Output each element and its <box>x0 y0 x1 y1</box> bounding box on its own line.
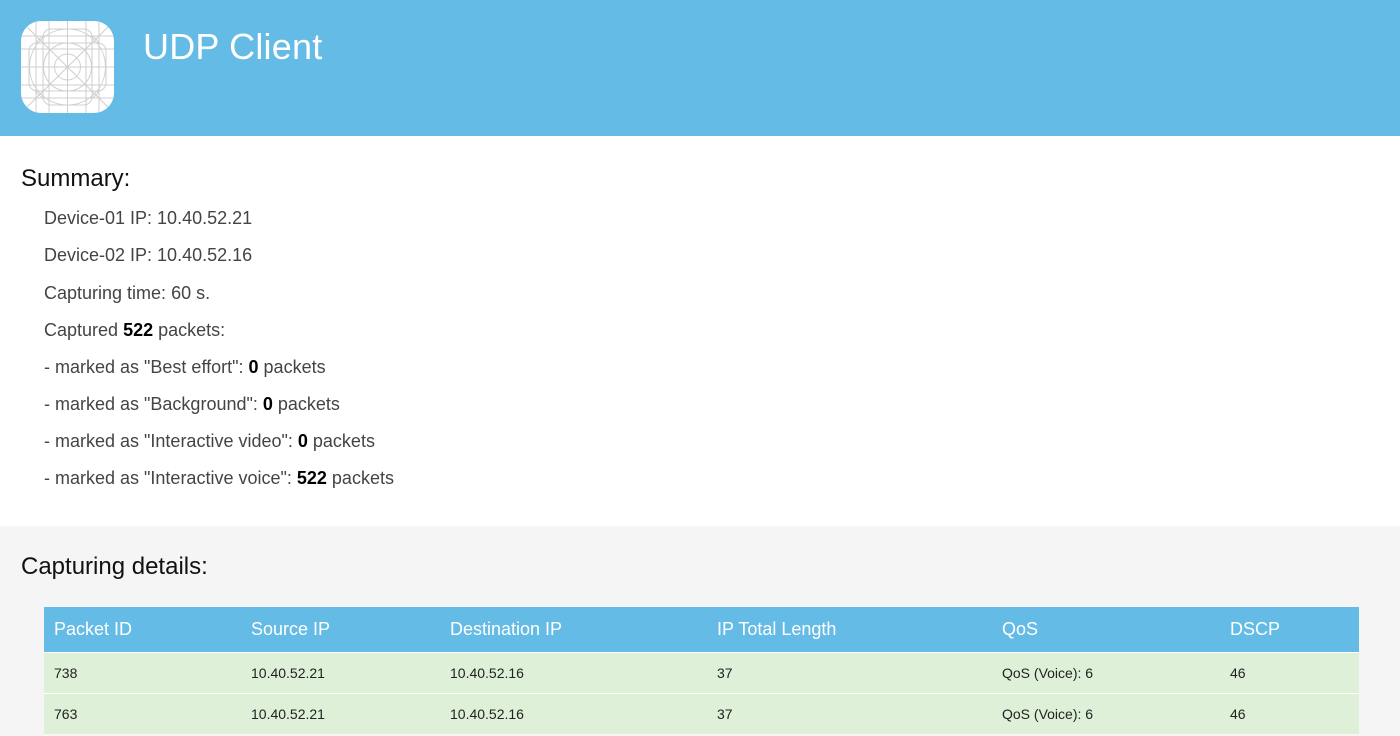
category-suffix: packets <box>326 468 394 488</box>
capturing-time-value: 60 s. <box>171 283 211 303</box>
cell-dscp: 46 <box>1230 665 1246 681</box>
cell-dscp: 46 <box>1230 706 1246 722</box>
table-row[interactable]: 738 10.40.52.21 10.40.52.16 37 QoS (Voic… <box>44 652 1359 693</box>
cell-source-ip: 10.40.52.21 <box>251 665 325 681</box>
category-count: 0 <box>262 394 273 414</box>
app-header: UDP Client <box>0 0 1400 136</box>
device2-ip-value: 10.40.52.16 <box>157 245 253 265</box>
cell-qos: QoS (Voice): 6 <box>1002 665 1094 681</box>
category-count: 522 <box>296 468 327 488</box>
column-header-destination-ip[interactable]: Destination IP <box>450 607 562 652</box>
device1-ip-value: 10.40.52.21 <box>157 208 253 228</box>
cell-destination-ip: 10.40.52.16 <box>450 665 524 681</box>
category-label: - marked as "Background": <box>44 394 263 414</box>
cell-qos: QoS (Voice): 6 <box>1002 706 1094 722</box>
device2-ip-line: Device-02 IP: 10.40.52.16 <box>44 243 252 267</box>
table-header: Packet ID Source IP Destination IP IP To… <box>44 607 1359 652</box>
category-label: - marked as "Interactive video": <box>44 431 298 451</box>
device2-ip-label: Device-02 IP: <box>44 245 158 265</box>
column-header-ip-total-length[interactable]: IP Total Length <box>717 607 836 652</box>
captured-count: 522 <box>123 320 154 340</box>
captured-total-line: Captured 522 packets: <box>44 318 225 342</box>
device1-ip-label: Device-01 IP: <box>44 208 158 228</box>
column-header-packet-id[interactable]: Packet ID <box>54 607 132 652</box>
column-header-dscp[interactable]: DSCP <box>1230 607 1280 652</box>
cell-ip-total-length: 37 <box>717 665 733 681</box>
captured-prefix: Captured <box>44 320 124 340</box>
category-suffix: packets <box>272 394 340 414</box>
cell-packet-id: 763 <box>54 706 78 722</box>
app-placeholder-icon <box>21 21 114 113</box>
column-header-qos[interactable]: QoS <box>1002 607 1038 652</box>
category-label: - marked as "Interactive voice": <box>44 468 297 488</box>
capturing-time-label: Capturing time: <box>44 283 172 303</box>
category-count: 0 <box>297 431 308 451</box>
cell-destination-ip: 10.40.52.16 <box>450 706 524 722</box>
category-background-line: - marked as "Background": 0 packets <box>44 392 340 416</box>
capturing-details-title: Capturing details: <box>21 553 208 580</box>
captured-suffix: packets: <box>153 320 226 340</box>
summary-section: Summary: Device-01 IP: 10.40.52.21 Devic… <box>0 136 1400 526</box>
column-header-source-ip[interactable]: Source IP <box>251 607 330 652</box>
packets-table: Packet ID Source IP Destination IP IP To… <box>44 607 1359 734</box>
summary-title: Summary: <box>21 165 131 192</box>
category-best-effort-line: - marked as "Best effort": 0 packets <box>44 355 326 379</box>
cell-packet-id: 738 <box>54 665 78 681</box>
cell-source-ip: 10.40.52.21 <box>251 706 325 722</box>
category-suffix: packets <box>258 357 326 377</box>
category-label: - marked as "Best effort": <box>44 357 249 377</box>
category-interactive-voice-line: - marked as "Interactive voice": 522 pac… <box>44 466 394 490</box>
cell-ip-total-length: 37 <box>717 706 733 722</box>
device1-ip-line: Device-01 IP: 10.40.52.21 <box>44 206 252 230</box>
capturing-time-line: Capturing time: 60 s. <box>44 281 210 305</box>
category-count: 0 <box>248 357 259 377</box>
category-suffix: packets <box>307 431 375 451</box>
category-interactive-video-line: - marked as "Interactive video": 0 packe… <box>44 429 375 453</box>
capturing-details-section: Capturing details: Packet ID Source IP D… <box>0 526 1400 736</box>
table-row[interactable]: 763 10.40.52.21 10.40.52.16 37 QoS (Voic… <box>44 693 1359 734</box>
app-title: UDP Client <box>143 26 323 67</box>
